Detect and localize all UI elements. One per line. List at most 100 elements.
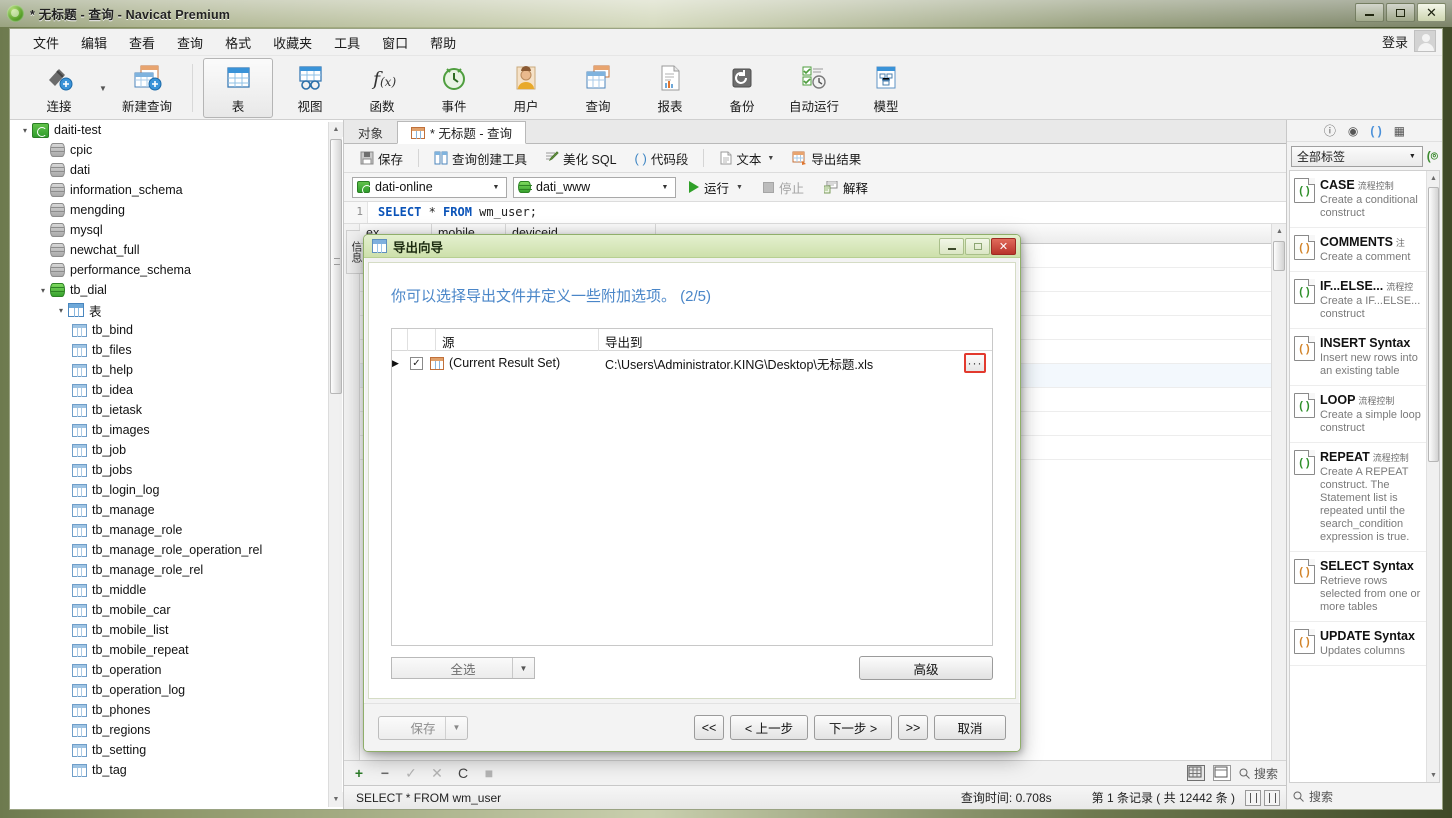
tree-item-database[interactable]: cpic (10, 140, 343, 160)
toolbar-function[interactable]: f (x) 函数 (347, 58, 417, 118)
tree-item-table[interactable]: tb_operation_log (10, 680, 343, 700)
menu-tools[interactable]: 工具 (323, 29, 371, 56)
tree-item-table[interactable]: tb_login_log (10, 480, 343, 500)
toolbar-backup[interactable]: 备份 (707, 58, 777, 118)
menu-view[interactable]: 查看 (118, 29, 166, 56)
tree-item-table[interactable]: tb_mobile_list (10, 620, 343, 640)
menu-format[interactable]: 格式 (214, 29, 262, 56)
chevron-down-icon[interactable]: ▼ (445, 717, 467, 739)
dialog-save-dropdown[interactable]: 保存 ▼ (378, 716, 468, 740)
toolbar-query[interactable]: 查询 (563, 58, 633, 118)
tree-item-table[interactable]: tb_middle (10, 580, 343, 600)
toolbar-report[interactable]: 报表 (635, 58, 705, 118)
scroll-up-icon[interactable]: ▲ (1272, 224, 1287, 239)
tree-item-table[interactable]: tb_ietask (10, 400, 343, 420)
tree-item-tables-group[interactable]: ▾ 表 (10, 300, 343, 320)
tree-item-connection[interactable]: ▾ daiti-test (10, 120, 343, 140)
maximize-button[interactable] (1386, 3, 1415, 22)
tree-item-table[interactable]: tb_mobile_repeat (10, 640, 343, 660)
avatar[interactable] (1414, 30, 1436, 52)
expand-arrow-icon[interactable]: ▾ (36, 286, 50, 295)
snippet-item[interactable]: ( )CASE流程控制Create a conditional construc… (1290, 171, 1426, 228)
tab-objects[interactable]: 对象 (344, 120, 397, 143)
tree-item-table[interactable]: tb_idea (10, 380, 343, 400)
row-destination-cell[interactable]: C:\Users\Administrator.KING\Desktop\无标题.… (599, 351, 964, 375)
expand-arrow-icon[interactable]: ▾ (54, 306, 68, 315)
advanced-button[interactable]: 高级 (859, 656, 993, 680)
toolbar-event[interactable]: 事件 (419, 58, 489, 118)
grid-scrollbar[interactable]: ▲ (1271, 224, 1286, 760)
dialog-minimize-button[interactable] (939, 238, 964, 255)
scroll-thumb[interactable] (330, 139, 342, 394)
confirm-icon[interactable]: ✓ (404, 765, 418, 782)
close-button[interactable]: ✕ (1417, 3, 1446, 22)
menu-window[interactable]: 窗口 (371, 29, 419, 56)
code-icon[interactable]: ( ) (1370, 124, 1381, 138)
grid-search[interactable]: 搜索 (1239, 765, 1278, 782)
tree-item-table[interactable]: tb_setting (10, 740, 343, 760)
sql-text-line[interactable]: SELECT * FROM wm_user; (368, 202, 537, 223)
grid-view-button[interactable] (1187, 765, 1205, 781)
select-all-dropdown[interactable]: 全选 ▼ (391, 657, 535, 679)
minimize-button[interactable] (1355, 3, 1384, 22)
scroll-down-icon[interactable]: ▼ (329, 792, 343, 807)
eye-icon[interactable]: ◉ (1348, 124, 1358, 138)
browse-file-button[interactable]: ··· (964, 353, 986, 373)
tree-item-database[interactable]: newchat_full (10, 240, 343, 260)
grid-icon[interactable]: ▦ (1394, 124, 1405, 138)
next-step-button[interactable]: 下一步 > (814, 715, 892, 740)
snippet-item[interactable]: ( )UPDATE SyntaxUpdates columns (1290, 622, 1426, 666)
tree-item-table[interactable]: tb_operation (10, 660, 343, 680)
toolbar-connection[interactable]: 连接 (24, 58, 94, 118)
chevron-down-icon[interactable]: ▼ (512, 658, 534, 678)
dialog-maximize-button[interactable] (965, 238, 990, 255)
tree-item-database[interactable]: mysql (10, 220, 343, 240)
beautify-sql-button[interactable]: 美化 SQL (537, 145, 625, 172)
tree-item-table[interactable]: tb_manage_role_rel (10, 560, 343, 580)
query-builder-button[interactable]: 查询创建工具 (426, 145, 535, 172)
connection-dropdown-arrow[interactable]: ▼ (96, 58, 110, 118)
toolbar-new-query[interactable]: 新建查询 (112, 58, 182, 118)
row-checkbox[interactable]: ✓ (410, 357, 423, 370)
tree-item-table[interactable]: tb_files (10, 340, 343, 360)
form-view-button[interactable] (1213, 765, 1231, 781)
chevron-down-icon[interactable]: ▼ (488, 178, 504, 197)
tree-item-table[interactable]: tb_images (10, 420, 343, 440)
tree-item-tb_dial[interactable]: ▾ tb_dial (10, 280, 343, 300)
snippet-item[interactable]: ( )LOOP流程控制Create a simple loop construc… (1290, 386, 1426, 443)
cancel-icon[interactable]: ✕ (430, 765, 444, 782)
row-checkbox-cell[interactable]: ✓ (408, 351, 426, 375)
menu-edit[interactable]: 编辑 (70, 29, 118, 56)
tree-item-table[interactable]: tb_phones (10, 700, 343, 720)
dialog-close-button[interactable]: ✕ (991, 238, 1016, 255)
login-area[interactable]: 登录 (1382, 30, 1436, 52)
tree-item-table[interactable]: tb_manage (10, 500, 343, 520)
login-label[interactable]: 登录 (1382, 32, 1408, 51)
save-button[interactable]: 保存 (352, 145, 411, 172)
scroll-thumb[interactable] (1273, 241, 1285, 271)
database-select[interactable]: dati_www ▼ (513, 177, 676, 198)
split-horizontal-button[interactable] (1245, 790, 1261, 806)
last-step-button[interactable]: >> (898, 715, 928, 740)
scroll-up-icon[interactable]: ▲ (1427, 171, 1440, 185)
tree-item-table[interactable]: tb_manage_role_operation_rel (10, 540, 343, 560)
first-step-button[interactable]: << (694, 715, 724, 740)
tree-item-table[interactable]: tb_help (10, 360, 343, 380)
connection-select[interactable]: dati-online ▼ (352, 177, 507, 198)
scroll-thumb[interactable] (1428, 187, 1439, 462)
toolbar-model[interactable]: 模型 (851, 58, 921, 118)
run-button[interactable]: 运行 ▼ (682, 174, 750, 201)
sql-editor[interactable]: 1 SELECT * FROM wm_user; (344, 202, 1286, 224)
stop-button[interactable]: 停止 (756, 174, 811, 201)
snippet-item[interactable]: ( )INSERT SyntaxInsert new rows into an … (1290, 329, 1426, 386)
chevron-down-icon[interactable]: ▼ (767, 155, 774, 162)
tree-item-table[interactable]: tb_bind (10, 320, 343, 340)
add-record-icon[interactable]: + (352, 765, 366, 781)
tree-item-table[interactable]: tb_jobs (10, 460, 343, 480)
tree-item-database[interactable]: performance_schema (10, 260, 343, 280)
info-icon[interactable]: ⓘ (1324, 122, 1336, 139)
snippet-search[interactable]: 搜索 (1287, 783, 1442, 809)
toolbar-user[interactable]: 用户 (491, 58, 561, 118)
expand-arrow-icon[interactable]: ▾ (18, 126, 32, 135)
tree-item-database[interactable]: mengding (10, 200, 343, 220)
